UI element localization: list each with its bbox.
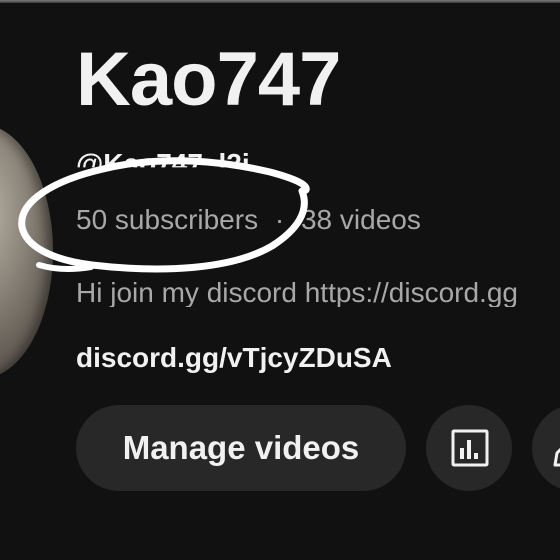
video-count: 38 videos [300, 204, 421, 235]
edit-icon [553, 447, 560, 467]
stats-separator: · [274, 204, 285, 235]
youtube-channel-header: Kao747 @Kao747_l2j 50 subscribers · 38 v… [0, 0, 560, 560]
channel-avatar[interactable] [0, 124, 53, 379]
channel-title: Kao747 [76, 37, 341, 122]
subscriber-count: 50 subscribers [76, 204, 259, 235]
discord-link[interactable]: discord.gg/vTjcyZDuSA [76, 344, 392, 372]
top-divider [0, 0, 560, 3]
channel-description[interactable]: Hi join my discord https://discord.gg [76, 279, 560, 307]
analytics-button[interactable] [426, 405, 512, 491]
manage-videos-button[interactable]: Manage videos [76, 405, 406, 491]
channel-stats: 50 subscribers · 38 videos [76, 206, 421, 234]
bar-chart-icon [451, 429, 489, 467]
channel-handle: @Kao747_l2j [76, 148, 250, 179]
edit-channel-button[interactable] [532, 405, 560, 491]
